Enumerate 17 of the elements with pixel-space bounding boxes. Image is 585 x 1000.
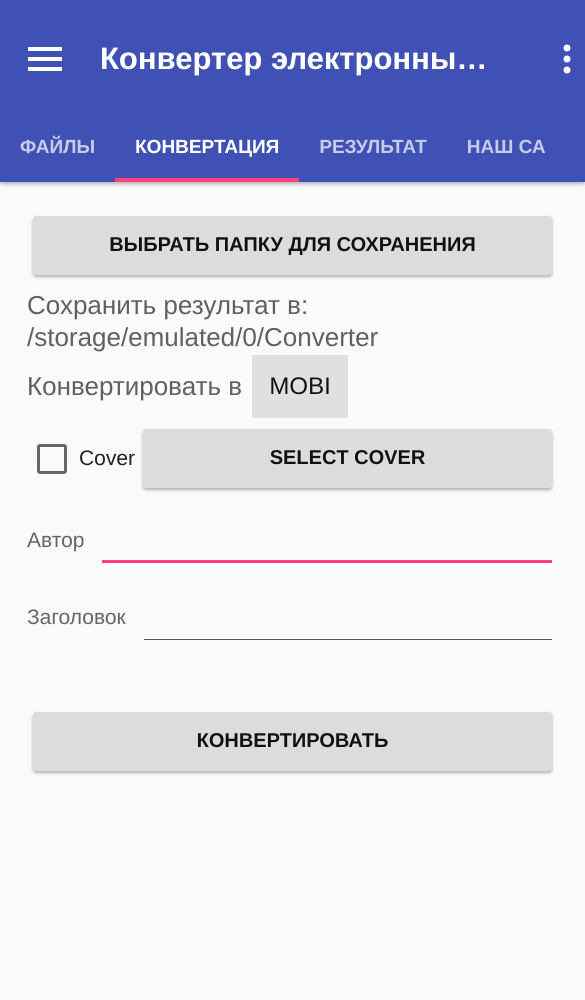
cover-checkbox[interactable] bbox=[37, 444, 67, 474]
tab[interactable]: КОНВЕРТАЦИЯ bbox=[115, 118, 300, 182]
menu-icon[interactable] bbox=[28, 47, 62, 71]
cover-label: Cover bbox=[79, 446, 136, 470]
format-label: Конвертировать в bbox=[27, 371, 242, 402]
more-options-icon[interactable] bbox=[563, 44, 571, 74]
tab[interactable]: РЕЗУЛЬТАТ bbox=[299, 118, 447, 182]
convert-button[interactable]: КОНВЕРТИРОВАТЬ bbox=[33, 712, 552, 771]
save-path-text: Сохранить результат в: /storage/emulated/0/Converter bbox=[27, 289, 380, 353]
app-title: Конвертер электронны… bbox=[100, 41, 488, 77]
choose-folder-button[interactable]: ВЫБРАТЬ ПАПКУ ДЛЯ СОХРАНЕНИЯ bbox=[33, 216, 552, 275]
tab[interactable]: НАШ СА bbox=[446, 118, 566, 182]
field-label: Заголовок bbox=[27, 606, 126, 631]
tab[interactable]: ФАЙЛЫ bbox=[0, 118, 116, 182]
select-cover-button[interactable]: SELECT COVER bbox=[143, 429, 552, 488]
format-dropdown[interactable]: MOBI bbox=[252, 355, 348, 418]
field-label: Автор bbox=[27, 529, 84, 554]
